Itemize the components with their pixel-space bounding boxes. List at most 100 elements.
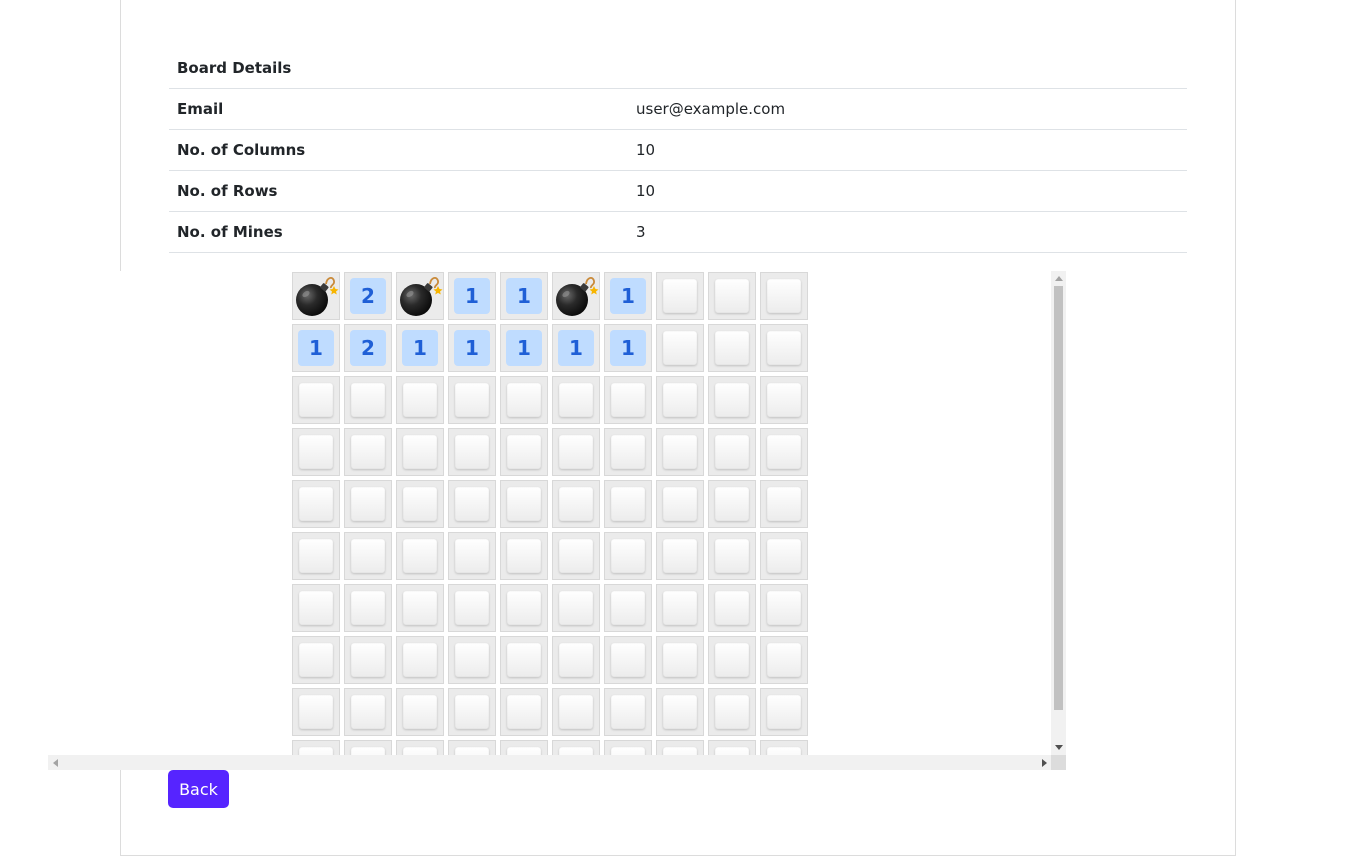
board-cell[interactable] — [552, 428, 600, 476]
board-cell[interactable] — [500, 480, 548, 528]
board-cell[interactable] — [760, 272, 808, 320]
board-cell[interactable] — [760, 376, 808, 424]
board-cell[interactable]: 1 — [604, 272, 652, 320]
board-cell[interactable]: 2 — [344, 272, 392, 320]
board-cell[interactable] — [344, 428, 392, 476]
scroll-down-arrow-icon[interactable] — [1055, 745, 1063, 750]
board-cell[interactable] — [604, 688, 652, 736]
scroll-left-arrow-icon[interactable] — [53, 759, 58, 767]
board-cell[interactable] — [500, 688, 548, 736]
board-cell[interactable] — [656, 532, 704, 580]
board-cell[interactable] — [708, 584, 756, 632]
board-cell[interactable] — [656, 688, 704, 736]
board-cell[interactable] — [500, 428, 548, 476]
board-cell[interactable] — [396, 376, 444, 424]
board-cell[interactable] — [500, 584, 548, 632]
horizontal-scrollbar[interactable] — [48, 755, 1051, 770]
board-cell[interactable] — [656, 376, 704, 424]
board-cell[interactable] — [552, 480, 600, 528]
board-cell[interactable] — [292, 688, 340, 736]
board-cell[interactable] — [656, 428, 704, 476]
board-cell[interactable] — [708, 376, 756, 424]
board-cell[interactable] — [604, 584, 652, 632]
board-cell[interactable] — [500, 636, 548, 684]
board-cell[interactable] — [500, 532, 548, 580]
board-cell[interactable] — [344, 376, 392, 424]
board-cell[interactable] — [708, 428, 756, 476]
board-cell[interactable] — [396, 636, 444, 684]
board-cell[interactable] — [552, 376, 600, 424]
board-cell[interactable]: 1 — [448, 272, 496, 320]
board-cell[interactable] — [344, 636, 392, 684]
board-cell[interactable] — [708, 480, 756, 528]
vertical-scrollbar[interactable] — [1051, 271, 1066, 755]
board-cell[interactable] — [552, 532, 600, 580]
board-cell[interactable] — [396, 428, 444, 476]
board-cell[interactable] — [292, 480, 340, 528]
board-cell[interactable] — [760, 532, 808, 580]
board-cell[interactable] — [604, 636, 652, 684]
board-cell[interactable] — [760, 584, 808, 632]
board-cell[interactable] — [448, 480, 496, 528]
board-cell[interactable] — [708, 324, 756, 372]
board-cell[interactable] — [604, 480, 652, 528]
board-cell[interactable] — [344, 480, 392, 528]
board-cell[interactable]: 1 — [552, 324, 600, 372]
board-cell[interactable] — [448, 584, 496, 632]
board-cell[interactable] — [396, 532, 444, 580]
board-cell[interactable] — [708, 688, 756, 736]
board-cell[interactable] — [396, 480, 444, 528]
closed-tile — [767, 279, 801, 313]
board-cell[interactable] — [292, 636, 340, 684]
board-cell[interactable] — [292, 584, 340, 632]
board-cell[interactable] — [448, 428, 496, 476]
board-cell[interactable] — [396, 272, 444, 320]
board-cell[interactable] — [344, 688, 392, 736]
board-cell[interactable] — [552, 584, 600, 632]
board-cell[interactable] — [396, 584, 444, 632]
board-cell[interactable] — [760, 428, 808, 476]
board-cell[interactable] — [552, 272, 600, 320]
board-cell[interactable] — [656, 324, 704, 372]
board-cell[interactable] — [656, 584, 704, 632]
board-scroll-container[interactable]: 21111211111 — [48, 271, 1066, 770]
board-cell[interactable] — [448, 636, 496, 684]
board-cell[interactable]: 1 — [396, 324, 444, 372]
vertical-scroll-thumb[interactable] — [1054, 286, 1063, 710]
board-cell[interactable] — [292, 532, 340, 580]
board-cell[interactable] — [760, 324, 808, 372]
board-cell[interactable] — [292, 428, 340, 476]
board-cell[interactable] — [604, 428, 652, 476]
board-cell[interactable] — [292, 376, 340, 424]
board-cell[interactable] — [396, 688, 444, 736]
board-cell[interactable]: 2 — [344, 324, 392, 372]
board-cell[interactable] — [760, 480, 808, 528]
board-cell[interactable] — [708, 532, 756, 580]
board-cell[interactable] — [448, 532, 496, 580]
back-button[interactable]: Back — [168, 770, 229, 808]
board-cell[interactable] — [552, 688, 600, 736]
board-cell[interactable]: 1 — [448, 324, 496, 372]
board-cell[interactable] — [344, 584, 392, 632]
board-cell[interactable] — [708, 636, 756, 684]
board-cell[interactable] — [656, 636, 704, 684]
board-cell[interactable] — [344, 532, 392, 580]
board-cell[interactable] — [448, 688, 496, 736]
scroll-right-arrow-icon[interactable] — [1042, 759, 1047, 767]
board-cell[interactable] — [500, 376, 548, 424]
board-cell[interactable] — [656, 272, 704, 320]
board-cell[interactable] — [760, 636, 808, 684]
board-cell[interactable]: 1 — [500, 324, 548, 372]
board-cell[interactable] — [708, 272, 756, 320]
board-cell[interactable] — [604, 376, 652, 424]
board-cell[interactable] — [656, 480, 704, 528]
board-cell[interactable] — [552, 636, 600, 684]
board-cell[interactable]: 1 — [292, 324, 340, 372]
board-cell[interactable] — [604, 532, 652, 580]
board-cell[interactable]: 1 — [604, 324, 652, 372]
board-cell[interactable] — [760, 688, 808, 736]
board-cell[interactable] — [292, 272, 340, 320]
board-cell[interactable] — [448, 376, 496, 424]
scroll-up-arrow-icon[interactable] — [1055, 276, 1063, 281]
board-cell[interactable]: 1 — [500, 272, 548, 320]
